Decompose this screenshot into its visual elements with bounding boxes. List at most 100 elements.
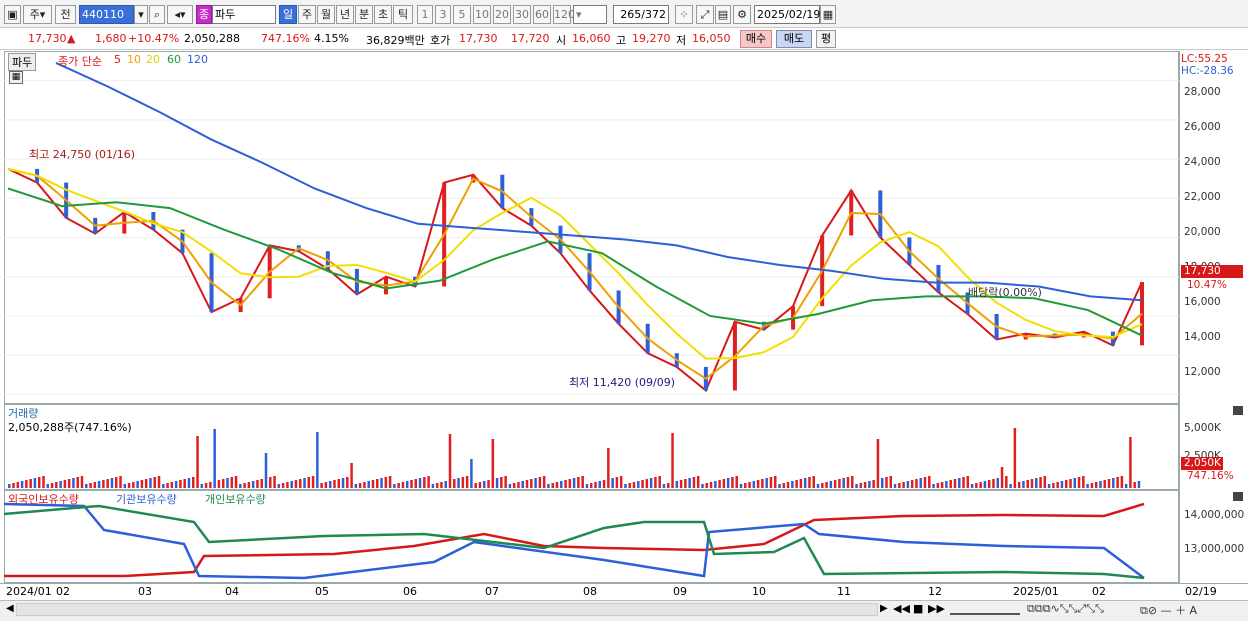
close-pane-icon[interactable] [1233, 406, 1243, 415]
code-input[interactable]: 440110 [79, 5, 134, 24]
price-chart [4, 62, 1179, 395]
buy-button[interactable]: 매수 [740, 30, 772, 48]
volume-bar [957, 478, 961, 488]
volume-bar [465, 476, 469, 488]
ma5-line [7, 167, 1143, 393]
volume-bar [500, 477, 503, 488]
volume-bar [418, 478, 422, 488]
ma-10: 10 [127, 53, 141, 66]
tab-day[interactable]: 일 [279, 5, 297, 24]
foreign-line [4, 502, 1145, 578]
volume-bar [932, 484, 935, 488]
interval-60[interactable]: 60 [533, 5, 551, 24]
volume-bar [1082, 476, 1085, 488]
volume-bar [354, 484, 358, 488]
volume-bar [187, 478, 191, 488]
volume-bar [534, 478, 537, 488]
volume-bar [1133, 482, 1136, 488]
volume-bar [461, 477, 465, 488]
x-label: 09 [673, 585, 687, 598]
volume-bar [1103, 480, 1106, 488]
x-label: 2024/01 [6, 585, 52, 598]
scroll-left-icon[interactable]: ◀ [6, 603, 14, 614]
eval-button[interactable]: 평 [816, 30, 836, 48]
tab-week[interactable]: 주 [298, 5, 316, 24]
stock-name-field[interactable]: 파두 [212, 5, 276, 24]
gear-icon[interactable]: ⚙ [733, 5, 751, 24]
volume-bar [517, 482, 520, 488]
volume-bar [851, 476, 854, 488]
volume-bar [491, 439, 495, 488]
low-price: 16,050 [692, 32, 731, 45]
calendar-icon[interactable]: ▦ [820, 5, 836, 24]
tab-second[interactable]: 초 [374, 5, 392, 24]
zoom-icon[interactable]: ⤢ [696, 5, 714, 24]
speaker-icon[interactable]: ◂▾ [167, 5, 193, 24]
rewind-icon[interactable]: ◀◀ [893, 602, 910, 615]
tab-year[interactable]: 년 [336, 5, 354, 24]
count-field[interactable]: 265/372 [613, 5, 669, 24]
volume-bar [791, 481, 794, 488]
volume-bar [624, 484, 627, 488]
quote-bar: 17,730 ▲ 1,680 +10.47% 2,050,288 747.16%… [0, 28, 1248, 50]
volume-bar [251, 481, 255, 488]
dividend-note: 배당락(0.00%) [968, 286, 1042, 299]
volume-bar [217, 480, 221, 488]
volume-bar [714, 481, 717, 488]
type-button[interactable]: 주▾ [23, 5, 52, 24]
volume-bar [825, 482, 828, 488]
hold-tick: 14,000,000 [1184, 509, 1245, 521]
bid-price: 17,720 [511, 32, 550, 45]
tab-month[interactable]: 월 [317, 5, 335, 24]
sell-button[interactable]: 매도 [776, 30, 812, 48]
interval-3[interactable]: 3 [435, 5, 451, 24]
volume-bar [264, 453, 268, 488]
stop-icon[interactable]: ■ [913, 602, 923, 615]
volume-bar [333, 480, 336, 488]
volume-bar [1116, 477, 1119, 488]
volume-bar [311, 476, 315, 488]
volume-bar [667, 483, 670, 488]
prev-button[interactable]: 전 [55, 5, 76, 24]
table-icon[interactable]: ▦ [9, 71, 23, 84]
volume-bar [654, 477, 657, 488]
interval-1[interactable]: 1 [417, 5, 433, 24]
open-label: 시 [556, 34, 567, 47]
date-field[interactable]: 2025/02/19 [754, 5, 820, 24]
volume-bar [25, 480, 28, 488]
interval-10[interactable]: 10 [473, 5, 491, 24]
volume-bar [1035, 478, 1038, 488]
window-icon[interactable]: ▣ [4, 5, 21, 24]
scroll-track[interactable] [16, 603, 878, 616]
volume-bar [812, 476, 815, 488]
drawing-tools-icon[interactable]: ⧉⧉⧉∿⤡⤡⤢⤡⤡ [1027, 602, 1104, 616]
close-pane-icon[interactable] [1233, 492, 1243, 501]
interval-20[interactable]: 20 [493, 5, 511, 24]
interval-120[interactable]: 120 [553, 5, 575, 24]
holding-chart [4, 502, 1145, 580]
scroll-right-icon[interactable]: ▶ [880, 603, 888, 614]
volume-bar [880, 478, 884, 488]
volume: 2,050,288 [184, 32, 240, 45]
zoom-slider[interactable] [950, 604, 1020, 615]
volume-bar [1086, 484, 1089, 488]
search-icon[interactable]: ⌕ [149, 5, 165, 24]
save-icon[interactable]: ▤ [715, 5, 731, 24]
y-tick: 20,000 [1184, 226, 1221, 238]
volume-bar [1043, 476, 1047, 488]
interval-5[interactable]: 5 [453, 5, 471, 24]
volume-bar [367, 481, 370, 488]
custom-interval-select[interactable]: ▾ [573, 5, 607, 24]
grid-icon[interactable]: ⁘ [675, 5, 693, 24]
volume-bar [821, 483, 824, 488]
volume-bar [607, 448, 610, 488]
tab-minute[interactable]: 분 [355, 5, 373, 24]
tool-icons[interactable]: ⧉⊘ — ＋ A [1140, 602, 1197, 618]
interval-30[interactable]: 30 [513, 5, 531, 24]
fast-forward-icon[interactable]: ▶▶ [928, 602, 945, 615]
volume-bar [542, 476, 546, 488]
code-dropdown-icon[interactable]: ▾ [134, 5, 148, 24]
volume-bar [192, 477, 195, 488]
volume-bar [859, 483, 863, 488]
tab-tick[interactable]: 틱 [393, 5, 413, 24]
